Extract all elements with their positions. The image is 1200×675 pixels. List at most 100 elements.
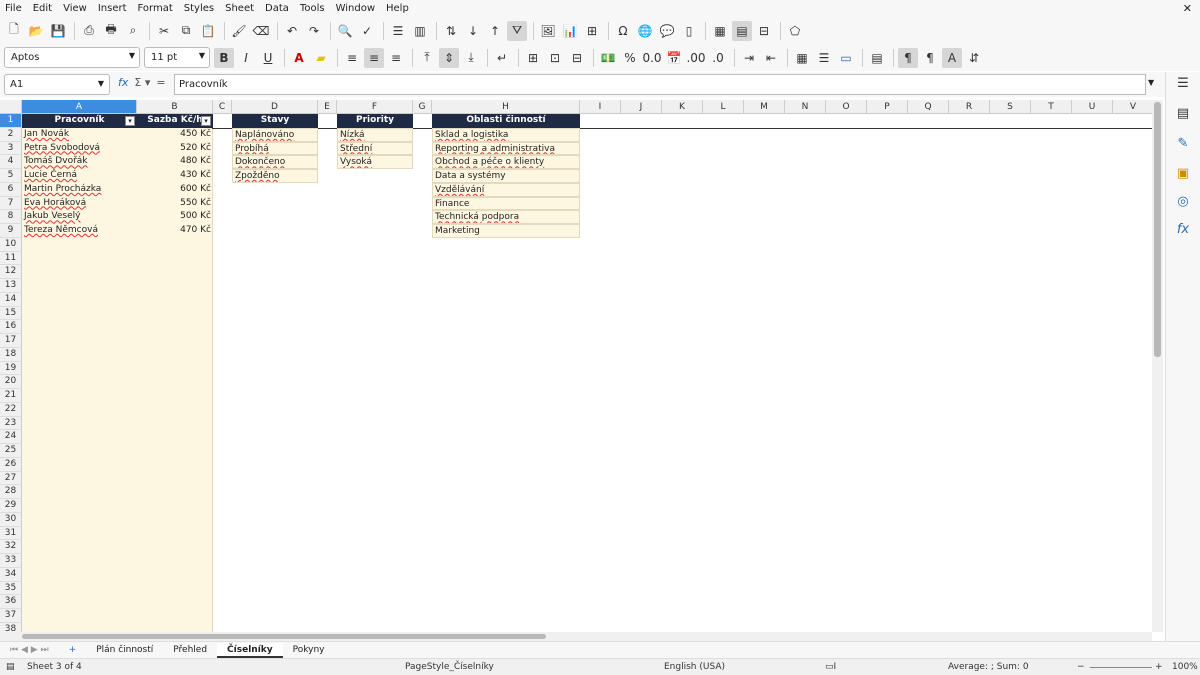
column-header-f[interactable]: F — [337, 100, 413, 114]
row-icon[interactable]: ☰ — [388, 21, 408, 41]
autofilter-icon[interactable]: ⛛ — [507, 20, 527, 41]
row-header-2[interactable]: 2 — [0, 127, 22, 142]
draw-functions-icon[interactable]: ⬠ — [785, 21, 805, 41]
column-header-e[interactable]: E — [318, 100, 337, 114]
autofilter-button[interactable]: ▾ — [201, 116, 211, 126]
freeze-rows-columns-icon[interactable]: ▤ — [732, 20, 752, 41]
areas-item[interactable]: Finance — [432, 196, 580, 211]
text-direction-ttb-icon[interactable]: ⇵ — [964, 48, 984, 68]
column-header-p[interactable]: P — [867, 100, 908, 114]
sheet-tab[interactable]: Číselníky — [217, 642, 283, 658]
column-header-j[interactable]: J — [621, 100, 662, 114]
row-header-25[interactable]: 25 — [0, 444, 22, 458]
styles-icon[interactable]: ✎ — [1174, 136, 1192, 154]
page-style[interactable]: PageStyle_Číselníky — [405, 662, 494, 672]
areas-item[interactable]: Reporting a administrativa — [432, 141, 580, 156]
column-header-m[interactable]: M — [744, 100, 785, 114]
areas-item[interactable]: Obchod a péče o klienty — [432, 155, 580, 169]
functions-icon[interactable]: fx — [1174, 222, 1192, 240]
row-header-37[interactable]: 37 — [0, 609, 22, 623]
language[interactable]: English (USA) — [664, 662, 725, 672]
menu-icon[interactable]: ☰ — [1174, 76, 1192, 94]
row-header-31[interactable]: 31 — [0, 526, 22, 541]
expand-formula-icon[interactable]: ▼ — [1148, 78, 1154, 87]
new-document-icon[interactable]: 🗋 — [4, 21, 24, 41]
tab-nav-arrows[interactable]: ⏮ ◀ ▶ ⏭ — [0, 643, 59, 658]
percent-format-icon[interactable]: % — [620, 48, 640, 68]
row-header-16[interactable]: 16 — [0, 320, 22, 334]
column-header-l[interactable]: L — [703, 100, 744, 114]
priority-header[interactable]: Priority — [337, 114, 413, 128]
menu-data[interactable]: Data — [260, 3, 295, 14]
split-window-icon[interactable]: ⊟ — [754, 21, 774, 41]
gallery-icon[interactable]: ▣ — [1174, 166, 1192, 184]
cell-worker-name[interactable]: Jan Novák — [22, 128, 137, 142]
hyperlink-icon[interactable]: 🌐 — [635, 21, 655, 41]
states-item[interactable]: Dokončeno — [232, 155, 318, 169]
text-direction-ltr-icon[interactable]: A — [942, 47, 962, 68]
copy-icon[interactable]: ⧉ — [176, 21, 196, 41]
column-header-n[interactable]: N — [785, 100, 826, 114]
column-header-u[interactable]: U — [1072, 100, 1113, 114]
areas-header[interactable]: Oblasti činností — [432, 114, 580, 128]
highlight-color-icon[interactable]: ▰ — [311, 48, 331, 68]
formula-input[interactable]: Pracovník — [174, 74, 1146, 95]
column-header-k[interactable]: K — [662, 100, 703, 114]
decrease-indent-icon[interactable]: ⇤ — [761, 48, 781, 68]
close-document-icon[interactable]: ✕ — [1183, 2, 1192, 15]
print-preview-icon[interactable]: ⌕ — [123, 21, 143, 41]
states-item[interactable]: Zpožděno — [232, 169, 318, 183]
redo-icon[interactable]: ↷ — [304, 21, 324, 41]
font-name-combo[interactable]: Aptos ▼ — [4, 47, 140, 68]
undo-icon[interactable]: ↶ — [282, 21, 302, 41]
horizontal-scrollbar[interactable] — [0, 632, 1152, 641]
cell-rate[interactable]: 600 Kč — [137, 183, 213, 197]
align-top-icon[interactable]: ⤒ — [417, 48, 437, 68]
insert-image-icon[interactable]: 🖼 — [538, 21, 558, 41]
cell-worker-name[interactable]: Petra Svobodová — [22, 142, 137, 156]
conditional-format-icon[interactable]: ▤ — [867, 48, 887, 68]
save-icon[interactable]: 💾 — [48, 21, 68, 41]
menu-styles[interactable]: Styles — [179, 3, 220, 14]
italic-icon[interactable]: I — [236, 48, 256, 68]
properties-icon[interactable]: ▤ — [1174, 106, 1192, 124]
row-header-32[interactable]: 32 — [0, 540, 22, 554]
menu-format[interactable]: Format — [133, 3, 179, 14]
cell-rate[interactable]: 430 Kč — [137, 169, 213, 183]
align-center-icon[interactable]: ≡ — [364, 47, 384, 68]
column-header-s[interactable]: S — [990, 100, 1031, 114]
autofilter-button[interactable]: ▾ — [125, 116, 135, 126]
column-header-t[interactable]: T — [1031, 100, 1072, 114]
row-header-29[interactable]: 29 — [0, 499, 22, 513]
currency-format-icon[interactable]: 💵 — [598, 48, 618, 68]
define-print-area-icon[interactable]: ▦ — [710, 21, 730, 41]
row-header-14[interactable]: 14 — [0, 292, 22, 307]
column-header-h[interactable]: H — [432, 100, 580, 114]
vertical-scroll-thumb[interactable] — [1154, 102, 1161, 357]
cell-worker-name[interactable]: Tereza Němcová — [22, 224, 137, 238]
menu-window[interactable]: Window — [331, 3, 381, 14]
zoom-out-icon[interactable]: − — [1077, 662, 1085, 672]
row-header-4[interactable]: 4 — [0, 155, 22, 169]
insert-chart-icon[interactable]: 📊 — [560, 21, 580, 41]
select-all-corner[interactable] — [0, 100, 22, 114]
vertical-scrollbar[interactable] — [1152, 100, 1163, 632]
header-pracovnik[interactable]: Pracovník — [22, 114, 137, 128]
row-header-5[interactable]: 5 — [0, 169, 22, 183]
row-header-22[interactable]: 22 — [0, 402, 22, 417]
priority-item[interactable]: Nízká — [337, 127, 413, 142]
column-header-g[interactable]: G — [413, 100, 432, 114]
row-header-21[interactable]: 21 — [0, 389, 22, 403]
menu-file[interactable]: File — [0, 3, 28, 14]
column-header-d[interactable]: D — [232, 100, 318, 114]
find-replace-icon[interactable]: 🔍 — [335, 21, 355, 41]
horizontal-scroll-thumb[interactable] — [22, 634, 546, 639]
column-header-r[interactable]: R — [949, 100, 990, 114]
cell-rate[interactable]: 480 Kč — [137, 155, 213, 169]
add-sheet-icon[interactable]: + — [59, 643, 87, 658]
row-header-34[interactable]: 34 — [0, 567, 22, 582]
font-color-icon[interactable]: A — [289, 48, 309, 68]
cell-worker-name[interactable]: Eva Horáková — [22, 197, 137, 211]
clone-formatting-icon[interactable]: 🖌 — [229, 21, 249, 41]
zoom-in-icon[interactable]: + — [1155, 662, 1163, 672]
